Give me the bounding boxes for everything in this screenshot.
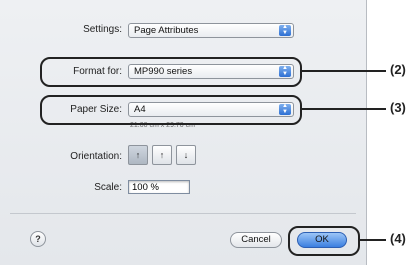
help-button[interactable]: ? <box>30 231 46 247</box>
landscape-right-icon: ↓ <box>183 150 189 160</box>
callout-2: (2) <box>390 62 406 77</box>
settings-value: Page Attributes <box>134 25 199 36</box>
paper-size-highlight <box>40 95 302 125</box>
callout-line-2 <box>300 70 386 72</box>
orientation-landscape-right-button[interactable]: ↓ <box>176 145 196 165</box>
scale-label: Scale: <box>94 182 122 193</box>
divider <box>10 213 356 214</box>
callout-line-3 <box>300 108 386 110</box>
scale-input[interactable]: 100 % <box>128 180 190 194</box>
orientation-landscape-left-button[interactable]: ↑ <box>152 145 172 165</box>
portrait-icon: ↑ <box>135 150 141 160</box>
settings-popup[interactable]: Page Attributes ▲ ▼ <box>128 23 294 38</box>
format-for-highlight <box>40 57 302 87</box>
cancel-button[interactable]: Cancel <box>230 232 282 248</box>
callout-4: (4) <box>390 231 406 246</box>
landscape-left-icon: ↑ <box>159 150 165 160</box>
settings-label: Settings: <box>83 24 122 35</box>
orientation-portrait-button[interactable]: ↑ <box>128 145 148 165</box>
popup-arrows-icon: ▲ ▼ <box>279 24 291 36</box>
ok-highlight <box>288 226 360 256</box>
callout-line-4 <box>358 239 386 241</box>
orientation-label: Orientation: <box>70 151 122 162</box>
callout-3: (3) <box>390 100 406 115</box>
